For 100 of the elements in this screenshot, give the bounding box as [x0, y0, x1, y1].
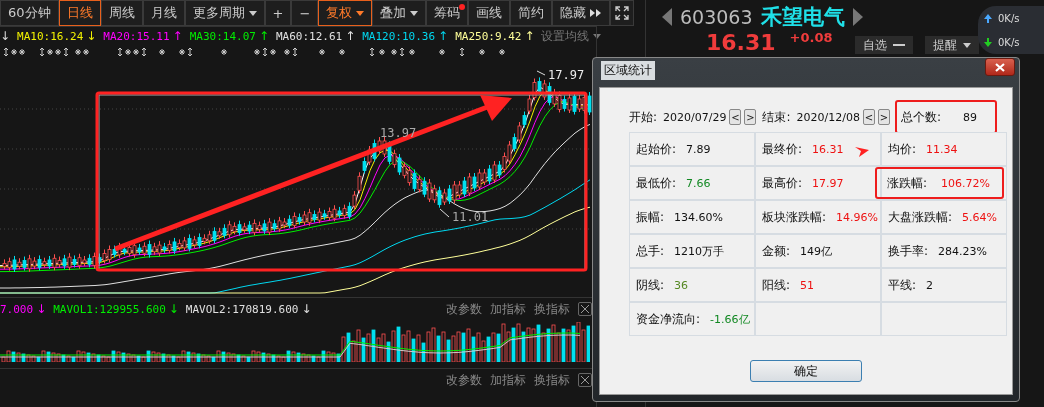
close-button[interactable] [985, 58, 1015, 76]
indicator-action[interactable]: 加指标 [490, 300, 526, 318]
stepper-button[interactable]: < [862, 109, 875, 125]
dialog-title: 区域统计 [601, 61, 655, 80]
network-speed: 0K/s [998, 36, 1020, 48]
price-label: 17.97 [548, 68, 585, 82]
stat-value: 36 [674, 278, 689, 292]
indicator-action[interactable]: 加指标 [490, 371, 526, 389]
stat-label: 资金净流向: [636, 310, 701, 328]
toolbar-tab[interactable]: + [264, 0, 292, 26]
download-arrow-icon [984, 37, 992, 47]
double-arrow-icon [590, 9, 603, 17]
minus-icon [892, 43, 905, 47]
stat-value: 17.97 [812, 176, 844, 190]
indicator-value: MAVOL2:170819.600 [185, 302, 299, 316]
price-label: 11.01 [452, 210, 489, 224]
toolbar-tab[interactable]: 月线 [142, 0, 185, 26]
stepper-button[interactable]: > [744, 109, 757, 125]
stat-value: 7.89 [686, 142, 711, 156]
stat-label: 最低价: [636, 174, 677, 192]
price-label: 13.97 [380, 126, 417, 140]
ma-settings-button[interactable]: 设置均线 [541, 27, 602, 45]
stat-value: 11.34 [926, 142, 958, 156]
start-date: 2020/07/29 [663, 110, 727, 124]
stat-value: 284.23% [938, 244, 987, 258]
stat-label: 均价: [888, 140, 917, 158]
quote-button[interactable]: 提醒 [924, 36, 979, 54]
ma-value: MA30:14.07 [189, 29, 256, 43]
fullscreen-button[interactable] [610, 0, 635, 26]
quote-button[interactable]: 自选 [854, 36, 913, 54]
indicator-action[interactable]: 改参数 [446, 371, 482, 389]
indicator-action[interactable]: 换指标 [534, 300, 570, 318]
trend-arrow: ↑ [524, 29, 535, 43]
stock-name: 禾望电气 [760, 4, 845, 31]
indicator-value: MAVOL1:129955.600 [53, 302, 166, 316]
ma-value: MA10:16.24 [17, 29, 84, 43]
toolbar-tab[interactable]: 叠加 [372, 0, 427, 26]
stat-label: 最高价: [762, 174, 803, 192]
toolbar-tab[interactable]: 日线 [58, 0, 101, 26]
fullscreen-icon [615, 6, 630, 20]
stat-label: 阴线: [636, 276, 665, 294]
trend-arrow: ↓ [0, 29, 11, 43]
stat-value: -1.66亿 [710, 311, 750, 327]
trend-arrow: ↑ [438, 29, 449, 43]
stat-label: 振幅: [636, 208, 665, 226]
stat-value: 16.31 [812, 142, 844, 156]
stat-label: 平线: [888, 276, 917, 294]
field-label: 开始: [629, 108, 658, 126]
leader-line [439, 208, 450, 218]
stat-label: 最终价: [762, 140, 803, 158]
ok-button[interactable]: 确定 [750, 360, 862, 382]
stat-value: 14.96% [836, 210, 878, 224]
ma-value: MA60:12.61 [275, 29, 343, 43]
toolbar-tab[interactable]: 周线 [100, 0, 143, 26]
stepper-button[interactable]: > [877, 109, 890, 125]
stat-value: 51 [800, 278, 815, 292]
trend-arrow: ↑ [345, 29, 356, 43]
stat-label: 阳线: [762, 276, 791, 294]
ma-value: MA120:10.36 [362, 29, 436, 43]
stock-price: 16.31 [706, 30, 776, 56]
toolbar-tab[interactable]: − [291, 0, 319, 26]
trend-arrow: ↓ [86, 29, 97, 43]
caret-icon [593, 33, 602, 39]
toolbar-tab[interactable]: 简约 [510, 0, 553, 26]
price-change: +0.08 [789, 30, 833, 45]
caret-icon [962, 42, 971, 48]
stat-value: 134.60% [674, 210, 723, 224]
stat-value: 5.64% [962, 210, 997, 224]
stat-value: 149亿 [800, 243, 833, 259]
stat-label: 金额: [762, 242, 791, 260]
trend-arrow: ↓ [36, 302, 47, 316]
stat-label: 总手: [636, 242, 665, 260]
close-icon [995, 62, 1005, 72]
field-label: 总个数: [900, 108, 941, 126]
toolbar-tab[interactable]: 筹码 [426, 0, 469, 26]
toolbar-tab[interactable]: 更多周期 [184, 0, 265, 26]
stat-value: 7.66 [686, 176, 711, 190]
toolbar-tab[interactable]: 复权 [318, 0, 373, 26]
upload-arrow-icon [984, 13, 992, 23]
network-speed: 0K/s [998, 12, 1020, 24]
toolbar-tab[interactable]: 60分钟 [0, 0, 59, 26]
trend-arrow: ↓ [301, 302, 312, 316]
stat-label: 起始价: [636, 140, 677, 158]
stepper-button[interactable]: < [729, 109, 742, 125]
notification-dot [459, 4, 466, 10]
stat-label: 板块涨跌幅: [762, 208, 827, 226]
indicator-action[interactable]: 换指标 [534, 371, 570, 389]
pointer-arrow-icon [855, 147, 869, 157]
field-label: 结束: [762, 108, 791, 126]
stock-code: 603063 [680, 6, 753, 28]
toolbar-tab[interactable]: 画线 [468, 0, 511, 26]
end-date: 2020/12/08 [796, 110, 860, 124]
previous-arrow-icon [662, 8, 672, 26]
next-arrow-icon [852, 8, 863, 26]
caret-icon [410, 10, 419, 16]
toolbar-tab[interactable]: 隐藏 [552, 0, 611, 26]
caret-icon [248, 10, 257, 16]
indicator-action[interactable]: 改参数 [446, 300, 482, 318]
ma-value: MA20:15.11 [103, 29, 170, 43]
ma-value: MA250:9.42 [455, 29, 522, 43]
